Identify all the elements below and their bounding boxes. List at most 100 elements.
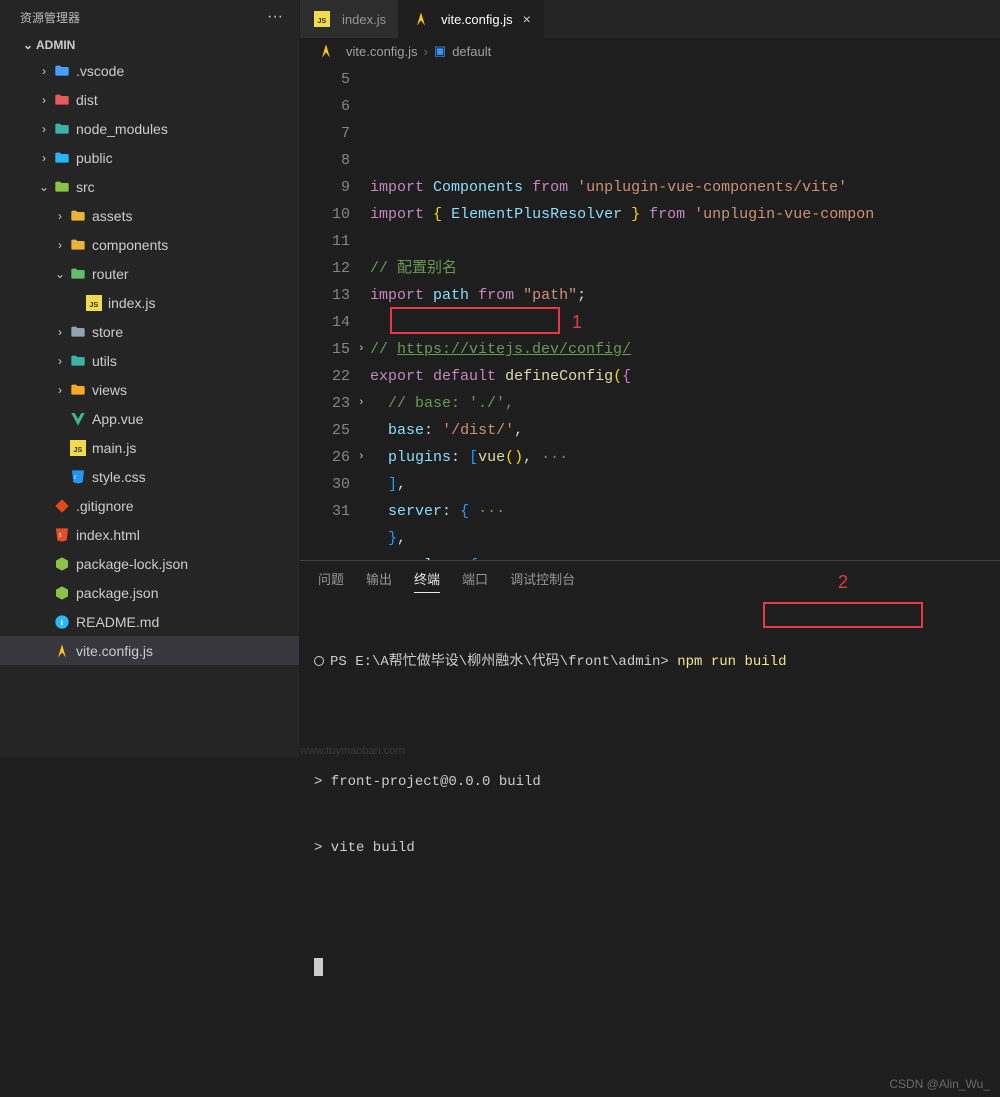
tree-item-vite-config-js[interactable]: vite.config.js bbox=[0, 636, 299, 665]
folder-gray-icon bbox=[68, 324, 88, 340]
main-area: JSindex.jsvite.config.js× vite.config.js… bbox=[300, 0, 1000, 757]
file-tree: ›.vscode›dist›node_modules›public⌄src›as… bbox=[0, 56, 299, 757]
code-line-8[interactable]: // 配置别名 bbox=[370, 255, 1000, 282]
tree-item-store[interactable]: ›store bbox=[0, 317, 299, 346]
tree-item--vscode[interactable]: ›.vscode bbox=[0, 56, 299, 85]
tree-label: router bbox=[92, 266, 129, 282]
close-icon[interactable]: × bbox=[523, 11, 531, 27]
code-line-13[interactable]: // base: './', bbox=[370, 390, 1000, 417]
more-icon[interactable]: ··· bbox=[267, 8, 283, 26]
tree-item-index-html[interactable]: 5index.html bbox=[0, 520, 299, 549]
vite-icon bbox=[52, 643, 72, 659]
tree-label: dist bbox=[76, 92, 98, 108]
code-content[interactable]: 1 import Components from 'unplugin-vue-c… bbox=[370, 64, 1000, 560]
code-line-26[interactable]: resolve: { ··· bbox=[370, 552, 1000, 560]
tree-item-assets[interactable]: › assets bbox=[0, 201, 299, 230]
tree-item-router[interactable]: ⌄ router bbox=[0, 259, 299, 288]
chevron-icon: › bbox=[52, 238, 68, 252]
annotation-box-2 bbox=[763, 602, 923, 628]
html-icon: 5 bbox=[52, 527, 72, 543]
tree-item-App-vue[interactable]: App.vue bbox=[0, 404, 299, 433]
code-line-7[interactable] bbox=[370, 228, 1000, 255]
panel-tab-1[interactable]: 输出 bbox=[366, 569, 392, 593]
tree-item-package-json[interactable]: package.json bbox=[0, 578, 299, 607]
vite-icon bbox=[316, 43, 336, 59]
tree-label: .vscode bbox=[76, 63, 124, 79]
svg-text:JS: JS bbox=[89, 300, 98, 309]
code-line-11[interactable]: // https://vitejs.dev/config/ bbox=[370, 336, 1000, 363]
cube-icon: ▣ bbox=[434, 43, 446, 59]
tab-vite-config-js[interactable]: vite.config.js× bbox=[399, 0, 544, 38]
tree-item-node_modules[interactable]: ›node_modules bbox=[0, 114, 299, 143]
code-line-10[interactable] bbox=[370, 309, 1000, 336]
tree-item-utils[interactable]: ›utils bbox=[0, 346, 299, 375]
tree-item-style-css[interactable]: ⫽style.css bbox=[0, 462, 299, 491]
chevron-icon: ⌄ bbox=[52, 267, 68, 281]
fold-icon[interactable]: › bbox=[358, 390, 365, 417]
tree-label: package-lock.json bbox=[76, 556, 188, 572]
breadcrumb-separator: › bbox=[424, 44, 428, 59]
tree-label: vite.config.js bbox=[76, 643, 153, 659]
fold-icon[interactable]: › bbox=[358, 444, 365, 471]
tree-item-index-js[interactable]: JSindex.js bbox=[0, 288, 299, 317]
panel-tab-0[interactable]: 问题 bbox=[318, 569, 344, 593]
tree-label: node_modules bbox=[76, 121, 168, 137]
js-icon: JS bbox=[84, 295, 104, 311]
breadcrumb[interactable]: vite.config.js › ▣ default bbox=[300, 38, 1000, 64]
annotation-label-2: 2 bbox=[838, 571, 848, 593]
svg-text:JS: JS bbox=[73, 445, 82, 454]
node-icon bbox=[52, 556, 72, 572]
tree-item-src[interactable]: ⌄src bbox=[0, 172, 299, 201]
panel-tab-2[interactable]: 终端 bbox=[414, 569, 440, 593]
tree-item-main-js[interactable]: JS main.js bbox=[0, 433, 299, 462]
code-line-23[interactable]: server: { ··· bbox=[370, 498, 1000, 525]
code-line-12[interactable]: export default defineConfig({ bbox=[370, 363, 1000, 390]
tree-label: utils bbox=[92, 353, 117, 369]
code-line-25[interactable]: }, bbox=[370, 525, 1000, 552]
code-line-15[interactable]: plugins: [vue(), ··· bbox=[370, 444, 1000, 471]
tree-item--gitignore[interactable]: .gitignore bbox=[0, 491, 299, 520]
panel-tab-3[interactable]: 端口 bbox=[462, 569, 488, 593]
code-line-9[interactable]: import path from "path"; bbox=[370, 282, 1000, 309]
tree-item-dist[interactable]: ›dist bbox=[0, 85, 299, 114]
svg-text:i: i bbox=[61, 617, 63, 627]
chevron-icon: › bbox=[52, 209, 68, 223]
node-icon bbox=[52, 585, 72, 601]
svg-text:JS: JS bbox=[317, 16, 326, 25]
tree-label: package.json bbox=[76, 585, 159, 601]
tree-label: App.vue bbox=[92, 411, 143, 427]
terminal-command: npm run build bbox=[677, 654, 786, 670]
code-line-22[interactable]: ], bbox=[370, 471, 1000, 498]
tree-item-views[interactable]: ›views bbox=[0, 375, 299, 404]
code-line-5[interactable]: import Components from 'unplugin-vue-com… bbox=[370, 174, 1000, 201]
tree-label: main.js bbox=[92, 440, 136, 456]
code-line-14[interactable]: base: '/dist/', bbox=[370, 417, 1000, 444]
breadcrumb-file: vite.config.js bbox=[346, 44, 418, 59]
tab-index-js[interactable]: JS index.js bbox=[300, 0, 399, 38]
css-icon: ⫽ bbox=[68, 469, 88, 485]
watermark-left: www.tuymaoban.com bbox=[300, 745, 405, 757]
tree-item-components[interactable]: › components bbox=[0, 230, 299, 259]
folder-green-icon bbox=[52, 179, 72, 195]
project-name: ADMIN bbox=[36, 38, 75, 52]
git-icon bbox=[52, 498, 72, 514]
tree-item-public[interactable]: ›public bbox=[0, 143, 299, 172]
breadcrumb-symbol: default bbox=[452, 44, 491, 59]
tree-label: components bbox=[92, 237, 168, 253]
tree-item-package-lock-json[interactable]: package-lock.json bbox=[0, 549, 299, 578]
tree-label: assets bbox=[92, 208, 132, 224]
tree-label: src bbox=[76, 179, 95, 195]
tab-label: index.js bbox=[342, 12, 386, 27]
chevron-down-icon: ⌄ bbox=[20, 38, 36, 52]
info-icon: i bbox=[52, 614, 72, 630]
tree-item-README-md[interactable]: iREADME.md bbox=[0, 607, 299, 636]
terminal[interactable]: PS E:\A帮忙做毕设\柳州融水\代码\front\admin> npm ru… bbox=[300, 599, 1000, 1097]
fold-icon[interactable]: › bbox=[358, 336, 365, 363]
folder-teal-icon bbox=[68, 353, 88, 369]
project-header[interactable]: ⌄ ADMIN bbox=[0, 34, 299, 56]
code-line-6[interactable]: import { ElementPlusResolver } from 'unp… bbox=[370, 201, 1000, 228]
watermark: CSDN @Alin_Wu_ bbox=[889, 1073, 990, 1095]
code-editor[interactable]: 56789101112131415›2223›2526›3031 1 impor… bbox=[300, 64, 1000, 560]
terminal-output-2: > vite build bbox=[314, 837, 986, 859]
panel-tab-4[interactable]: 调试控制台 bbox=[510, 569, 575, 593]
